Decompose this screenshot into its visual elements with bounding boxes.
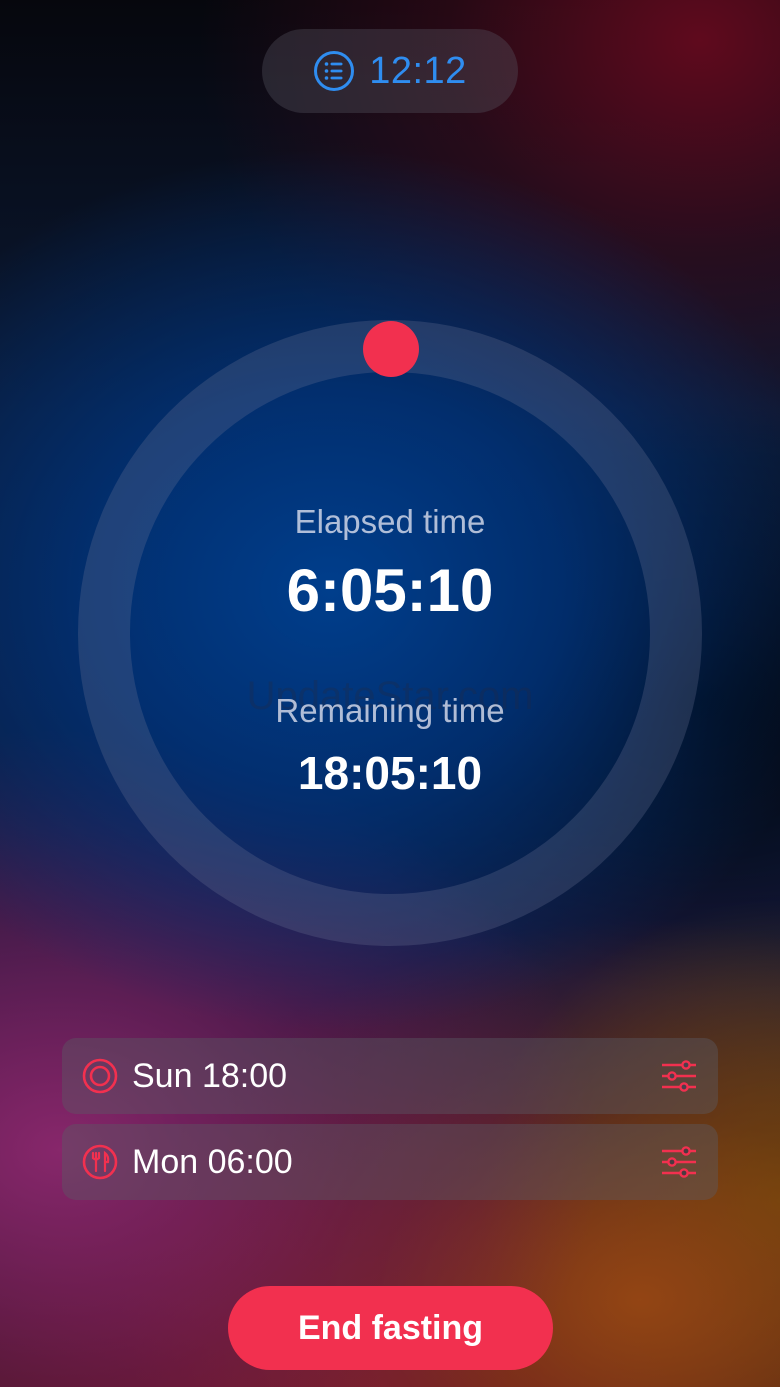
- remaining-time-value: 18:05:10: [297, 747, 483, 799]
- ring-track: [78, 320, 702, 946]
- fast-start-row[interactable]: Sun 18:00: [62, 1038, 718, 1114]
- header-time: 12:12: [369, 49, 467, 92]
- fast-end-row[interactable]: Mon 06:00: [62, 1124, 718, 1200]
- fast-start-label: Sun 18:00: [132, 1057, 288, 1095]
- list-icon: [313, 50, 355, 92]
- time-pill[interactable]: 12:12: [262, 29, 518, 113]
- fork-knife-icon: [82, 1144, 118, 1180]
- sliders-icon[interactable]: [660, 1143, 698, 1181]
- target-icon: [82, 1058, 118, 1094]
- elapsed-time-value: 6:05:10: [286, 557, 494, 624]
- sliders-icon[interactable]: [660, 1057, 698, 1095]
- fast-end-label: Mon 06:00: [132, 1143, 293, 1181]
- elapsed-time-label: Elapsed time: [294, 503, 486, 540]
- end-fasting-button[interactable]: End fasting: [228, 1286, 553, 1370]
- remaining-time-label: Remaining time: [275, 692, 505, 729]
- progress-ring: [78, 320, 702, 946]
- progress-knob[interactable]: [363, 321, 419, 377]
